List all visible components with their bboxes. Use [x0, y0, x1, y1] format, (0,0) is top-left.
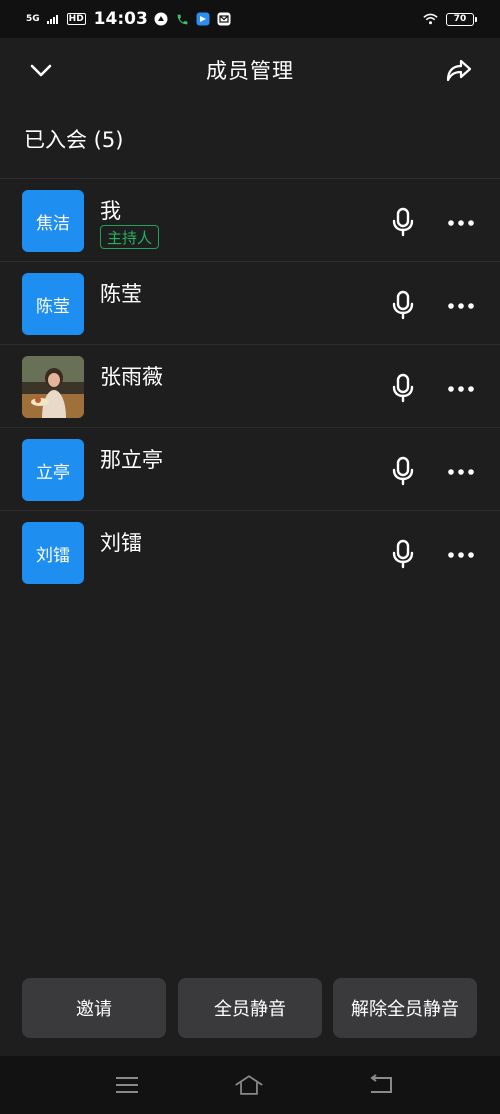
member-list: 焦洁 我 主持人 陈莹 陈莹 张雨薇 立亭 那立亭 刘镭 刘镭 [0, 178, 500, 593]
more-icon [448, 469, 474, 475]
avatar: 立亭 [22, 439, 84, 501]
more-button[interactable] [442, 458, 480, 486]
member-name: 我 [100, 199, 121, 223]
share-button[interactable] [442, 54, 476, 88]
collapse-button[interactable] [24, 54, 58, 88]
more-icon [448, 303, 474, 309]
microphone-icon [392, 290, 414, 320]
microphone-icon [392, 207, 414, 237]
more-button[interactable] [442, 209, 480, 237]
share-icon [446, 59, 472, 82]
more-icon [448, 386, 474, 392]
microphone-icon [392, 373, 414, 403]
hd-badge: HD [66, 13, 86, 25]
mic-button[interactable] [386, 371, 420, 405]
member-name: 刘镭 [100, 531, 142, 555]
member-row[interactable]: 立亭 那立亭 [0, 427, 500, 510]
status-bar: 5G HD 14:03 70 [0, 0, 500, 38]
app2-icon [196, 12, 211, 27]
mic-button[interactable] [386, 454, 420, 488]
avatar: 陈莹 [22, 273, 84, 335]
mail-icon [217, 12, 232, 27]
mic-button[interactable] [386, 288, 420, 322]
mute-all-button[interactable]: 全员静音 [178, 978, 322, 1038]
wifi-icon [423, 12, 438, 27]
back-button[interactable] [366, 1070, 396, 1100]
member-name: 陈莹 [100, 282, 142, 306]
more-icon [448, 220, 474, 226]
home-icon [235, 1075, 263, 1095]
invite-button[interactable]: 邀请 [22, 978, 166, 1038]
mic-button[interactable] [386, 537, 420, 571]
mic-button[interactable] [386, 205, 420, 239]
more-button[interactable] [442, 541, 480, 569]
avatar: 刘镭 [22, 522, 84, 584]
back-icon [370, 1074, 392, 1093]
member-name: 张雨薇 [100, 365, 163, 389]
network-type: 5G [26, 13, 40, 24]
more-button[interactable] [442, 375, 480, 403]
chevron-down-icon [30, 64, 52, 77]
unmute-all-button[interactable]: 解除全员静音 [333, 978, 477, 1038]
phone-icon [175, 12, 190, 27]
more-icon [448, 552, 474, 558]
recents-button[interactable] [112, 1070, 142, 1100]
battery-icon: 70 [446, 12, 477, 26]
signal-icon [46, 12, 61, 27]
avatar-photo [22, 356, 84, 418]
home-button[interactable] [234, 1070, 264, 1100]
nav-header: 成员管理 [0, 38, 500, 102]
microphone-icon [392, 539, 414, 569]
member-row[interactable]: 刘镭 刘镭 [0, 510, 500, 593]
host-badge: 主持人 [100, 225, 160, 249]
menu-icon [116, 1077, 138, 1093]
clock: 14:03 [93, 9, 148, 29]
member-row[interactable]: 焦洁 我 主持人 [0, 178, 500, 261]
avatar: 焦洁 [22, 190, 84, 252]
microphone-icon [392, 456, 414, 486]
member-name: 那立亭 [100, 448, 163, 472]
member-row[interactable]: 陈莹 陈莹 [0, 261, 500, 344]
battery-level: 70 [453, 14, 467, 24]
app-icon [154, 12, 169, 27]
joined-count-heading: 已入会 (5) [24, 128, 124, 152]
more-button[interactable] [442, 292, 480, 320]
system-nav-bar [0, 1056, 500, 1114]
meeting-members-screen: 5G HD 14:03 70 成员管理 已入会 (5) 焦洁 我 主持人 陈莹 … [0, 0, 500, 1114]
member-row[interactable]: 张雨薇 [0, 344, 500, 427]
page-title: 成员管理 [206, 59, 294, 83]
